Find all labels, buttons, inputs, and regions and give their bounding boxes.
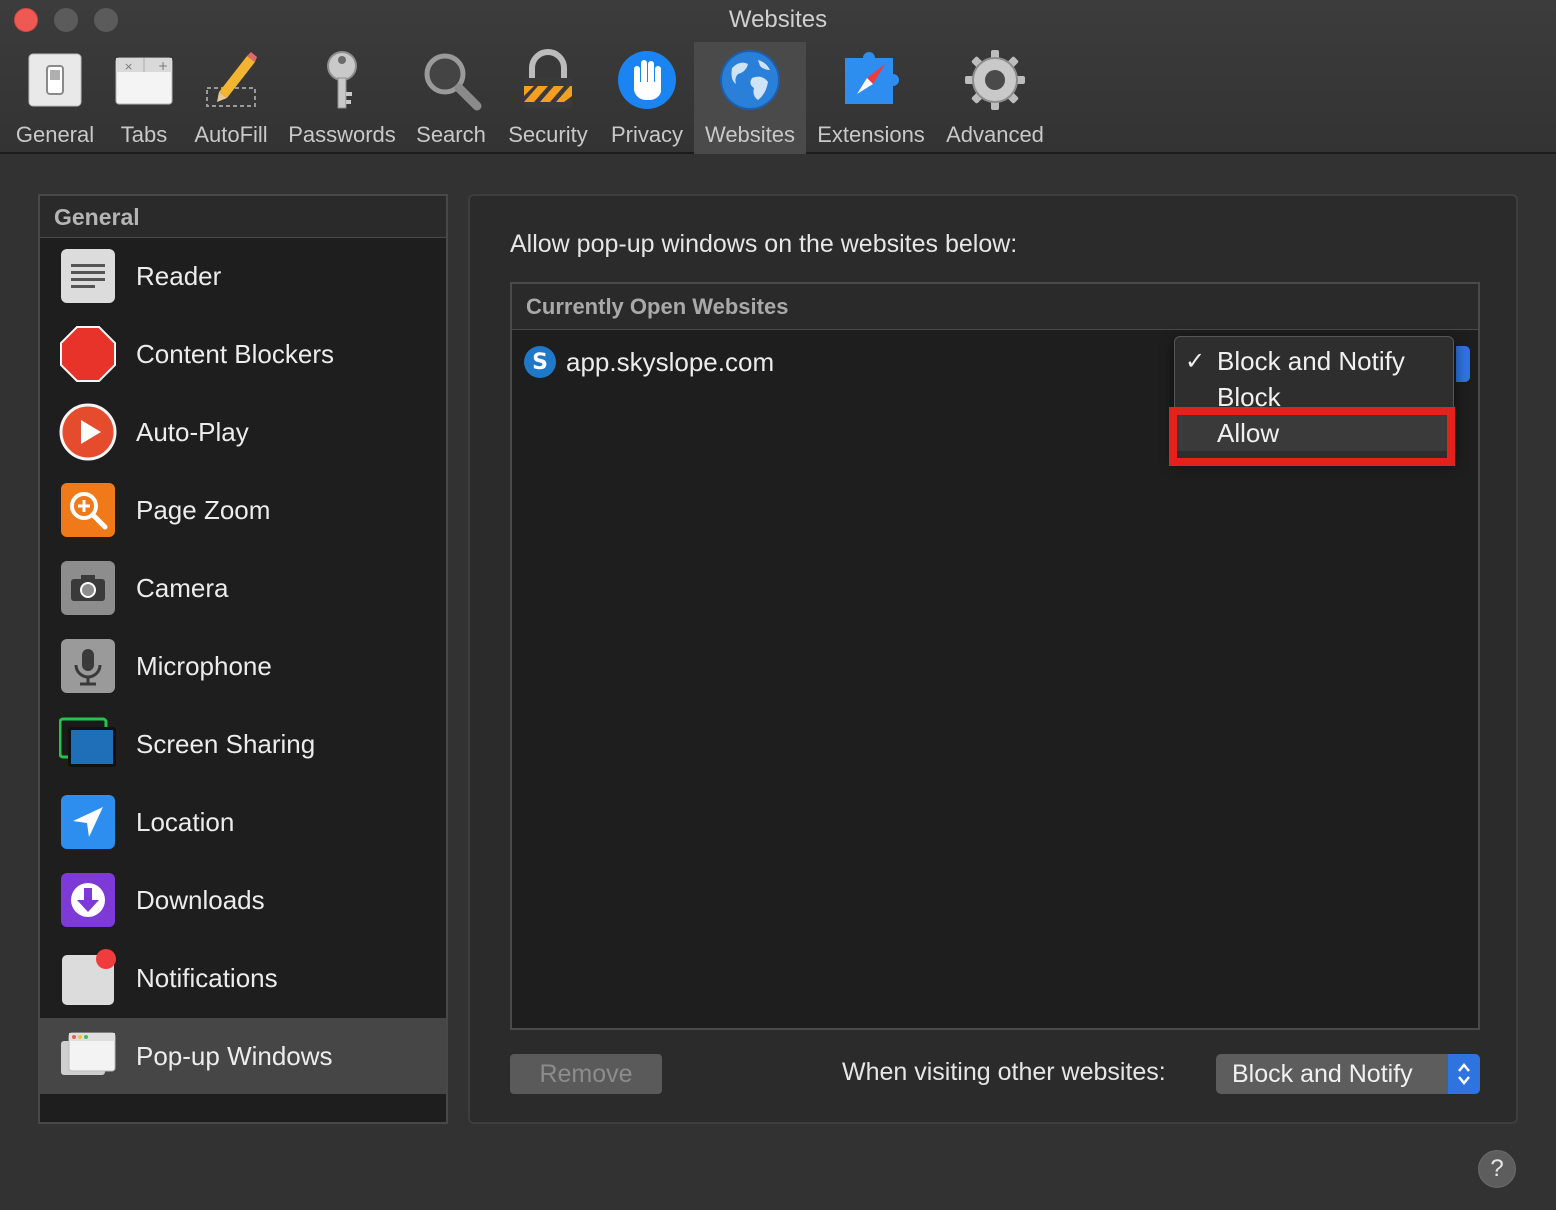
toolbar-tab-label: Security — [508, 122, 588, 147]
sidebar-item-label: Location — [136, 806, 235, 837]
globe-icon — [718, 48, 782, 112]
popup-window-icon — [59, 1027, 117, 1085]
magnifier-icon — [419, 48, 483, 112]
download-icon — [59, 871, 117, 929]
location-arrow-icon — [59, 793, 117, 851]
general-switch-icon — [23, 48, 87, 112]
sidebar-item-camera[interactable]: Camera — [40, 550, 446, 626]
sidebar-item-microphone[interactable]: Microphone — [40, 628, 446, 704]
sidebar-item-label: Reader — [136, 260, 222, 291]
toolbar-tab-label: Extensions — [817, 122, 925, 147]
sidebar-item-label: Auto-Play — [136, 416, 249, 447]
camera-icon — [59, 559, 117, 617]
sidebar-item-label: Page Zoom — [136, 494, 271, 525]
reader-icon — [59, 247, 117, 305]
site-setting-select-arrows[interactable] — [1456, 346, 1470, 382]
sidebar-item-downloads[interactable]: Downloads — [40, 862, 446, 938]
microphone-icon — [59, 637, 117, 695]
toolbar-tab-tabs[interactable]: × + Tabs — [106, 42, 182, 154]
chevron-up-down-icon — [1448, 1054, 1480, 1094]
puzzle-compass-icon — [839, 48, 903, 112]
toolbar-tab-label: Tabs — [120, 122, 168, 147]
gear-icon — [963, 48, 1027, 112]
other-websites-select[interactable]: Block and Notify — [1216, 1054, 1480, 1094]
toolbar-tab-label: Passwords — [288, 122, 396, 147]
toolbar-tab-privacy[interactable]: Privacy — [604, 42, 690, 154]
svg-text:+: + — [158, 59, 168, 73]
hand-icon — [615, 48, 679, 112]
stop-sign-icon — [59, 325, 117, 383]
checkmark-icon: ✓ — [1185, 347, 1206, 375]
toolbar-tab-autofill[interactable]: AutoFill — [186, 42, 276, 154]
toolbar-tab-label: Websites — [704, 122, 796, 147]
menu-item-block-and-notify[interactable]: ✓ Block and Notify — [1175, 343, 1453, 379]
remove-button[interactable]: Remove — [510, 1054, 662, 1094]
sidebar-item-label: Notifications — [136, 962, 278, 993]
sidebar-item-label: Pop-up Windows — [136, 1040, 333, 1071]
sidebar-item-content-blockers[interactable]: Content Blockers — [40, 316, 446, 392]
toolbar-tab-general[interactable]: General — [8, 42, 102, 154]
toolbar-tab-label: Search — [416, 122, 486, 147]
toolbar-tab-websites[interactable]: Websites — [694, 42, 806, 154]
toolbar-tab-label: AutoFill — [194, 122, 268, 147]
panel-prompt: Allow pop-up windows on the websites bel… — [510, 230, 1018, 258]
sidebar-item-reader[interactable]: Reader — [40, 238, 446, 314]
sidebar-item-label: Camera — [136, 572, 229, 603]
table-row[interactable]: S app.skyslope.com — [524, 346, 774, 378]
toolbar-tab-extensions[interactable]: Extensions — [810, 42, 932, 154]
toolbar-tab-advanced[interactable]: Advanced — [938, 42, 1052, 154]
notification-icon — [59, 949, 117, 1007]
toolbar-tab-search[interactable]: Search — [410, 42, 492, 154]
sidebar-item-label: Content Blockers — [136, 338, 334, 369]
autofill-pencil-icon — [199, 48, 263, 112]
toolbar-tab-label: Privacy — [610, 122, 684, 147]
site-name: app.skyslope.com — [566, 346, 775, 377]
popup-windows-panel: Allow pop-up windows on the websites bel… — [468, 194, 1518, 1124]
menu-item-label: Block and Notify — [1217, 345, 1405, 376]
window-title: Websites — [728, 6, 828, 33]
sidebar-item-screen-sharing[interactable]: Screen Sharing — [40, 706, 446, 782]
toolbar-tab-label: General — [15, 122, 95, 147]
sidebar-item-label: Downloads — [136, 884, 265, 915]
other-websites-select-value: Block and Notify — [1232, 1059, 1413, 1088]
sidebar-item-location[interactable]: Location — [40, 784, 446, 860]
table-header: Currently Open Websites — [512, 284, 1478, 330]
toolbar-tab-passwords[interactable]: Passwords — [280, 42, 404, 154]
padlock-icon — [516, 48, 580, 112]
play-icon — [59, 403, 117, 461]
screen-sharing-icon — [58, 715, 117, 773]
zoom-icon — [59, 481, 117, 539]
key-icon — [310, 48, 374, 112]
tabs-icon: × + — [112, 48, 176, 112]
sidebar-header: General — [40, 196, 446, 238]
sidebar-item-label: Screen Sharing — [136, 728, 316, 759]
skyslope-favicon-icon: S — [524, 346, 556, 378]
preferences-toolbar: Websites General × + Tabs AutoFill Passw… — [0, 0, 1556, 154]
sidebar-item-popup-windows[interactable]: Pop-up Windows — [40, 1018, 446, 1094]
toolbar-tab-label: Advanced — [946, 122, 1044, 147]
allow-highlight-annotation — [1169, 407, 1455, 466]
sidebar-item-label: Microphone — [136, 650, 272, 681]
svg-text:×: × — [124, 60, 133, 73]
other-websites-label: When visiting other websites: — [842, 1058, 1166, 1086]
help-button[interactable]: ? — [1478, 1150, 1516, 1188]
sidebar-item-auto-play[interactable]: Auto-Play — [40, 394, 446, 470]
sidebar-item-notifications[interactable]: Notifications — [40, 940, 446, 1016]
sidebar-item-page-zoom[interactable]: Page Zoom — [40, 472, 446, 548]
website-settings-sidebar: General Reader Content Blockers Auto-Pla… — [38, 194, 448, 1124]
toolbar-tab-security[interactable]: Security — [498, 42, 598, 154]
